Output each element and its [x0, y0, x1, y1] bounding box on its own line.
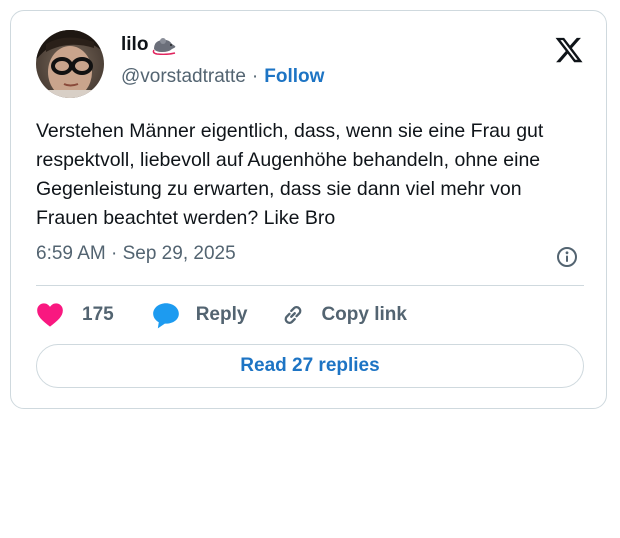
copy-link-button[interactable]: Copy link: [279, 301, 407, 329]
rat-emoji-icon: [151, 35, 177, 56]
reply-label: Reply: [195, 304, 248, 325]
tweet-timestamp[interactable]: 6:59 AM · Sep 29, 2025: [36, 243, 236, 265]
info-icon[interactable]: [556, 246, 578, 268]
tweet-card: lilo @vorstadtratte · Follow Verstehen M…: [10, 10, 607, 409]
like-button[interactable]: 175: [36, 302, 114, 328]
divider: [36, 285, 584, 286]
follow-button[interactable]: Follow: [264, 66, 324, 88]
reply-bubble-icon: [152, 302, 179, 328]
handle-row: @vorstadtratte · Follow: [121, 66, 324, 88]
heart-icon: [37, 303, 63, 327]
like-count: 175: [82, 304, 114, 325]
link-icon: [285, 306, 302, 324]
avatar[interactable]: [36, 30, 104, 98]
author-name-row: lilo: [121, 34, 177, 56]
read-replies-button[interactable]: Read 27 replies: [36, 344, 584, 388]
tweet-text: Verstehen Männer eigentlich, dass, wenn …: [36, 120, 544, 229]
x-logo-icon[interactable]: [554, 35, 584, 65]
handle-separator: ·: [251, 66, 259, 87]
copy-link-label: Copy link: [321, 304, 407, 325]
reply-button[interactable]: Reply: [152, 302, 248, 329]
display-name[interactable]: lilo: [121, 34, 148, 56]
user-handle[interactable]: @vorstadtratte: [121, 66, 246, 88]
action-bar: 175 Reply Copy link: [36, 299, 407, 331]
